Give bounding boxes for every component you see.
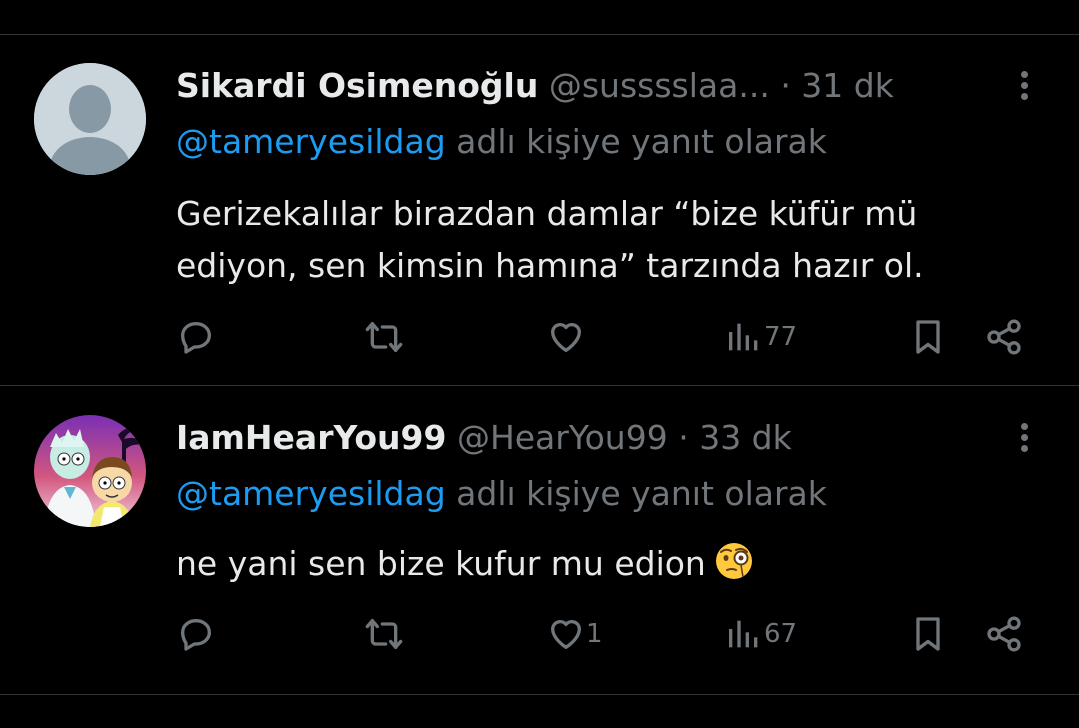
tweet[interactable]: IamHearYou99 @HearYou99 · 33 dk @tamerye… bbox=[0, 386, 1079, 694]
views-button[interactable]: 77 bbox=[724, 317, 797, 357]
heart-icon bbox=[551, 323, 581, 352]
tweet-text-line: ediyon, sen kimsin hamına” tarzında hazı… bbox=[176, 246, 924, 285]
views-chart-icon bbox=[729, 620, 758, 648]
default-avatar-icon bbox=[34, 63, 146, 175]
bottom-divider bbox=[0, 694, 1079, 695]
avatar[interactable] bbox=[34, 415, 146, 527]
avatar[interactable] bbox=[34, 63, 146, 175]
reply-icon bbox=[181, 619, 211, 651]
display-name[interactable]: Sikardi Osimenoğlu bbox=[176, 66, 538, 105]
monocle-face-emoji-icon bbox=[714, 541, 754, 596]
like-button[interactable] bbox=[546, 317, 590, 357]
tweet-header: Sikardi Osimenoğlu @susssslaa... · 31 dk bbox=[176, 66, 894, 106]
handle[interactable]: @susssslaa... bbox=[549, 66, 770, 105]
share-icon bbox=[987, 616, 1021, 652]
view-count: 77 bbox=[764, 322, 798, 352]
display-name[interactable]: IamHearYou99 bbox=[176, 418, 446, 457]
bookmark-button[interactable] bbox=[908, 317, 948, 357]
like-count: 1 bbox=[586, 619, 603, 649]
bookmark-icon bbox=[916, 617, 940, 651]
tweet-text: Gerizekalılar birazdan damlar “bize küfü… bbox=[176, 188, 924, 292]
tweet-text-line: ne yani sen bize kufur mu edion bbox=[176, 544, 706, 583]
tweet-actions: 77 bbox=[176, 317, 1036, 357]
timestamp[interactable]: · 33 dk bbox=[678, 418, 792, 457]
reply-context-text: adlı kişiye yanıt olarak bbox=[456, 122, 827, 161]
like-button[interactable]: 1 bbox=[546, 614, 603, 654]
views-button[interactable]: 67 bbox=[724, 614, 797, 654]
retweet-button[interactable] bbox=[362, 317, 410, 357]
retweet-icon bbox=[365, 619, 403, 649]
timestamp[interactable]: · 31 dk bbox=[780, 66, 894, 105]
retweet-button[interactable] bbox=[362, 614, 410, 654]
retweet-icon bbox=[365, 322, 403, 352]
bookmark-icon bbox=[916, 320, 940, 354]
tweet[interactable]: Sikardi Osimenoğlu @susssslaa... · 31 dk… bbox=[0, 34, 1079, 386]
reply-mention-link[interactable]: @tameryesildag bbox=[176, 122, 446, 161]
reply-context-text: adlı kişiye yanıt olarak bbox=[456, 474, 827, 513]
handle[interactable]: @HearYou99 bbox=[457, 418, 668, 457]
tweet-text-line: Gerizekalılar birazdan damlar “bize küfü… bbox=[176, 194, 918, 233]
reply-button[interactable] bbox=[176, 614, 220, 654]
reply-context: @tameryesildag adlı kişiye yanıt olarak bbox=[176, 122, 827, 162]
more-options-icon[interactable] bbox=[1012, 68, 1036, 108]
share-button[interactable] bbox=[984, 317, 1024, 357]
reply-mention-link[interactable]: @tameryesildag bbox=[176, 474, 446, 513]
bookmark-button[interactable] bbox=[908, 614, 948, 654]
tweet-text: ne yani sen bize kufur mu edion bbox=[176, 538, 754, 596]
tweet-header: IamHearYou99 @HearYou99 · 33 dk bbox=[176, 418, 792, 458]
tweet-actions: 1 67 bbox=[176, 614, 1036, 654]
share-icon bbox=[987, 319, 1021, 355]
views-chart-icon bbox=[729, 323, 758, 351]
reply-button[interactable] bbox=[176, 317, 220, 357]
reply-icon bbox=[181, 322, 211, 354]
heart-icon bbox=[551, 620, 581, 649]
cartoon-avatar-icon bbox=[34, 415, 146, 527]
share-button[interactable] bbox=[984, 614, 1024, 654]
more-options-icon[interactable] bbox=[1012, 420, 1036, 460]
view-count: 67 bbox=[764, 619, 798, 649]
reply-context: @tameryesildag adlı kişiye yanıt olarak bbox=[176, 474, 827, 514]
